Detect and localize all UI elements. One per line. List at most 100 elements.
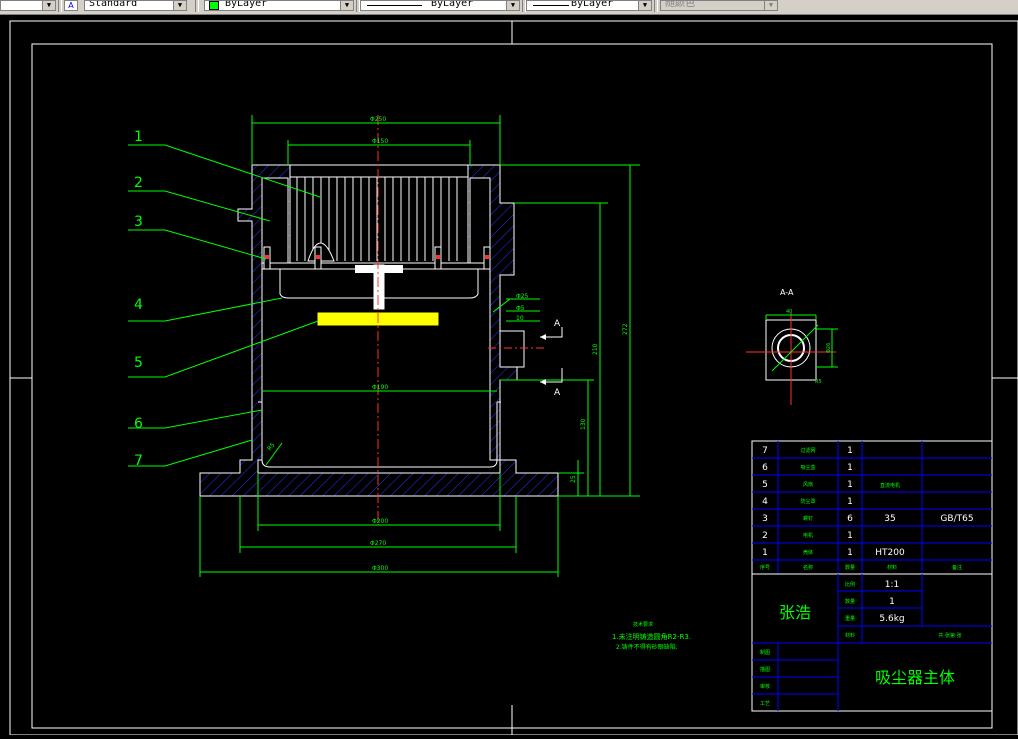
dim-side-b: Φ5 <box>516 305 525 312</box>
model-space-canvas[interactable]: Φ250 Φ150 Φ190 Φ200 Φ270 Φ300 272 210 13… <box>0 15 1018 736</box>
toolbar-separator <box>58 0 62 12</box>
header-remark: 备注 <box>952 564 962 571</box>
material-label: 材料 <box>845 632 855 639</box>
row-material: HT200 <box>875 548 905 558</box>
callout-3: 3 <box>134 214 143 230</box>
dim-side-a: Φ25 <box>516 293 529 300</box>
color-dropdown[interactable]: ByLayer ▼ <box>204 0 354 11</box>
dim-h-total: 272 <box>622 323 629 335</box>
notes-line-2: 2.铸件不得有砂眼缺陷. <box>616 643 678 651</box>
row-name: 风扇 <box>803 481 813 488</box>
role-drafter: 制图 <box>760 649 770 656</box>
row-name: 吸尘盒 <box>800 464 815 471</box>
row-qty: 1 <box>847 446 853 456</box>
text-style-icon[interactable]: A <box>64 0 78 11</box>
row-material-note: 直流电机 <box>880 482 900 489</box>
lineweight-value: ByLayer <box>571 0 614 9</box>
callout-7: 7 <box>134 453 143 469</box>
color-swatch <box>209 1 219 10</box>
role-tracer: 描图 <box>760 666 770 673</box>
chevron-down-icon[interactable]: ▼ <box>340 1 353 10</box>
toolbar-separator <box>654 0 658 12</box>
row-qty: 1 <box>847 548 853 558</box>
dim-top-width: Φ250 <box>370 116 386 123</box>
dim-bottom-inner: Φ200 <box>372 518 388 525</box>
main-section-view[interactable] <box>199 115 559 525</box>
chevron-down-icon[interactable]: ▼ <box>173 1 186 10</box>
text-style-dropdown[interactable]: Standard ▼ <box>84 0 187 11</box>
scale-value: 1:1 <box>885 580 899 590</box>
technical-notes: 技术要求 1.未注明铸造圆角R2-R3. 2.铸件不得有砂眼缺陷. <box>612 621 691 651</box>
row-qty: 1 <box>847 463 853 473</box>
callout-5: 5 <box>134 355 143 371</box>
sheet-inner-border <box>31 43 993 729</box>
row-no: 5 <box>762 480 768 490</box>
row-no: 2 <box>762 531 768 541</box>
parts-list-numbers: 7 6 5 4 3 2 1 <box>762 446 768 558</box>
role-process: 工艺 <box>760 701 770 707</box>
title-block-labels: 比例 数量 重量 材料 共 张第 张 制图 描图 审核 工艺 <box>760 581 962 707</box>
layer-dropdown-tail[interactable]: ▼ <box>0 0 56 11</box>
toolbar-separator <box>195 0 199 12</box>
shaft-collar <box>355 265 403 273</box>
dim-h-low: 130 <box>580 418 587 430</box>
row-name: 过滤网 <box>800 447 815 454</box>
sheet-count: 共 张第 张 <box>938 632 961 639</box>
role-reviewer: 审核 <box>760 683 770 690</box>
dim-h-mid: 210 <box>592 343 599 355</box>
outlet-port <box>499 330 525 368</box>
dim-side-c: 10 <box>516 315 524 322</box>
dim-sec-d: Φ26 <box>826 343 832 353</box>
row-qty: 1 <box>847 480 853 490</box>
chevron-down-icon[interactable]: ▼ <box>42 1 55 10</box>
row-name: 防尘罩 <box>800 498 815 505</box>
part-callouts: 1 2 3 4 5 6 7 <box>134 129 143 469</box>
color-value: ByLayer <box>225 0 268 9</box>
callout-4: 4 <box>134 297 143 313</box>
parts-list-names: 过滤网 吸尘盒 风扇 防尘罩 螺钉 电机 壳体 <box>800 447 815 556</box>
text-style-value: Standard <box>89 0 138 9</box>
row-qty: 6 <box>847 514 853 524</box>
linetype-preview <box>367 5 422 6</box>
chevron-down-icon[interactable]: ▼ <box>638 1 651 10</box>
linetype-dropdown[interactable]: ByLayer ▼ <box>360 0 520 11</box>
section-aa-view[interactable]: A-A 40 Φ26 R5 <box>746 288 838 405</box>
parts-list-header: 序号 名称 数量 材料 备注 <box>760 564 962 571</box>
callout-6: 6 <box>134 416 143 432</box>
section-aa-title: A-A <box>780 288 794 297</box>
row-material: 35 <box>884 514 895 524</box>
chevron-down-icon[interactable]: ▼ <box>506 1 519 10</box>
row-name: 电机 <box>803 532 813 539</box>
section-mark-a-bottom: A <box>554 388 561 398</box>
notes-heading: 技术要求 <box>633 621 653 628</box>
parts-list-frame <box>751 440 993 575</box>
section-markers <box>540 327 563 383</box>
weight-label: 重量 <box>845 615 855 622</box>
row-no: 3 <box>762 514 768 524</box>
parts-list-qty: 1 1 1 1 6 1 1 <box>847 446 853 558</box>
dim-mid-bore: Φ190 <box>372 384 388 391</box>
dim-sec-r: R5 <box>815 379 822 385</box>
weight-value: 5.6kg <box>879 614 904 624</box>
notes-line-1: 1.未注明铸造圆角R2-R3. <box>612 632 691 641</box>
scale-label: 比例 <box>845 581 855 588</box>
parts-list-grid <box>752 441 992 574</box>
dim-h-base: 25 <box>570 475 577 483</box>
row-no: 6 <box>762 463 768 473</box>
lineweight-dropdown[interactable]: ByLayer ▼ <box>526 0 652 11</box>
header-qty: 数量 <box>845 564 855 571</box>
row-no: 1 <box>762 548 768 558</box>
title-block[interactable]: 张浩 比例 数量 重量 材料 共 张第 张 制图 描图 审核 工艺 1:1 1 … <box>751 573 993 712</box>
qty-value: 1 <box>889 597 895 607</box>
header-no: 序号 <box>760 564 770 571</box>
row-qty: 1 <box>847 497 853 507</box>
chevron-down-icon[interactable]: ▼ <box>764 1 777 10</box>
cad-drawing[interactable]: Φ250 Φ150 Φ190 Φ200 Φ270 Φ300 272 210 13… <box>0 15 1018 736</box>
parts-list-table[interactable]: 7 6 5 4 3 2 1 过滤网 吸尘盒 风扇 防尘罩 螺钉 电机 壳体 1 … <box>751 440 993 575</box>
row-no: 4 <box>762 497 768 507</box>
plotstyle-dropdown[interactable]: 随颜色 ▼ <box>660 0 778 11</box>
section-arrows <box>540 334 546 385</box>
row-no: 7 <box>762 446 768 456</box>
designer-name: 张浩 <box>779 603 811 622</box>
callout-2: 2 <box>134 175 143 191</box>
